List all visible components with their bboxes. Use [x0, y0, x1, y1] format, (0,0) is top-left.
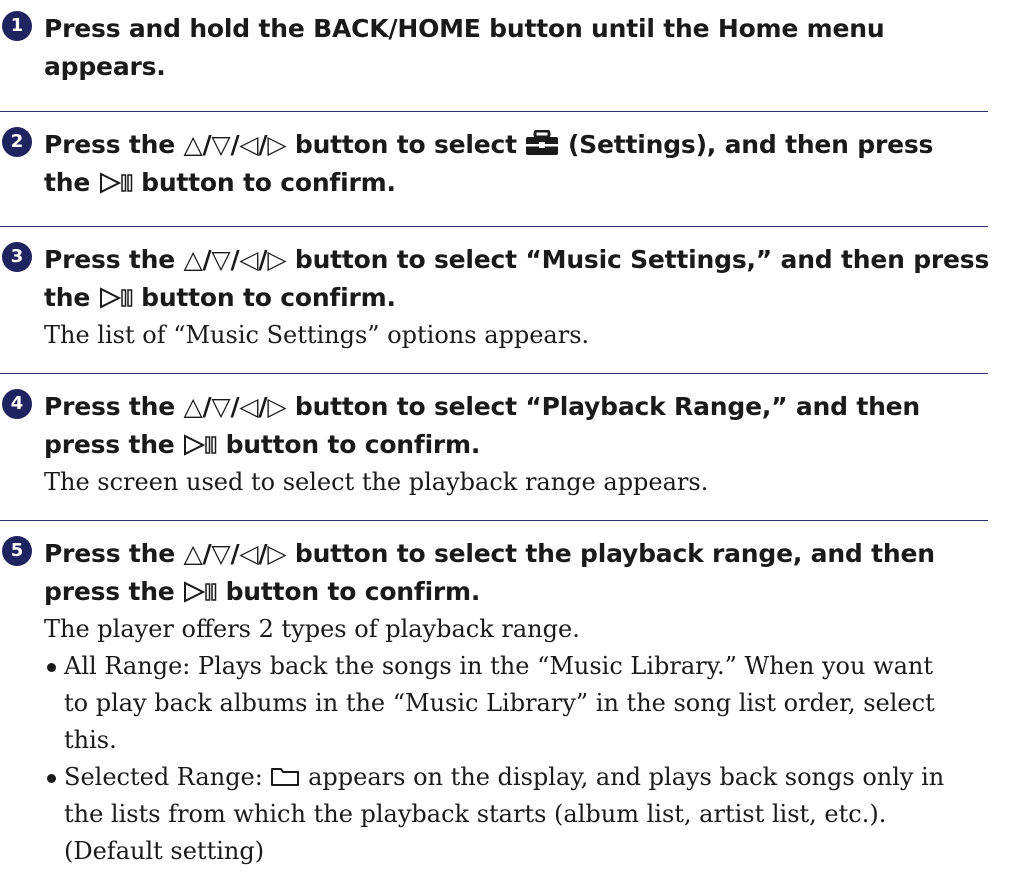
play-pause-icon	[99, 164, 133, 202]
list-item-text: Selected Range:	[64, 763, 263, 791]
step-title: Press and hold the BACK/HOME button unti…	[44, 10, 988, 86]
step-2: 2 Press the △/▽/◁/▷ button to select (Se…	[0, 126, 988, 202]
toolbox-icon	[525, 126, 559, 164]
list-item-line: the lists from which the playback starts…	[64, 800, 887, 828]
list-item-text: appears on the display, and plays back s…	[308, 763, 945, 791]
bullet-dot	[47, 663, 56, 672]
list-item: Selected Range: appears on the display, …	[44, 759, 988, 870]
step-title: Press the △/▽/◁/▷ button to select “Play…	[44, 388, 988, 464]
list-item-line: All Range: Plays back the songs in the “…	[64, 652, 934, 680]
step-number-badge: 3	[2, 242, 32, 272]
step-title-text: the	[44, 168, 91, 197]
step-description: The player offers 2 types of playback ra…	[44, 611, 988, 870]
bullet-list: All Range: Plays back the songs in the “…	[44, 648, 988, 870]
step-3: 3 Press the △/▽/◁/▷ button to select “Mu…	[0, 241, 990, 354]
step-title-line: the button to confirm.	[44, 164, 988, 202]
step-title-line: Press the △/▽/◁/▷ button to select (Sett…	[44, 126, 988, 164]
step-description: The list of “Music Settings” options app…	[44, 321, 590, 349]
step-title-line: the button to confirm.	[44, 279, 988, 317]
step-description: The screen used to select the playback r…	[44, 468, 709, 496]
step-title-line: Press the △/▽/◁/▷ button to select the p…	[44, 539, 935, 568]
step-title-text: (Settings), and then press	[567, 130, 934, 159]
step-number-badge: 4	[2, 389, 32, 419]
step-body-text: The player offers 2 types of playback ra…	[44, 615, 580, 643]
step-title-line: press the button to confirm.	[44, 426, 988, 464]
step-title-line: Press and hold the BACK/HOME button unti…	[44, 14, 885, 43]
bullet-dot	[47, 774, 56, 783]
step-4: 4 Press the △/▽/◁/▷ button to select “Pl…	[0, 388, 988, 501]
play-pause-icon	[183, 426, 217, 464]
step-1: 1 Press and hold the BACK/HOME button un…	[0, 10, 988, 86]
manual-page: 1 Press and hold the BACK/HOME button un…	[0, 0, 1017, 877]
step-title-text: button to confirm.	[225, 577, 481, 606]
folder-icon	[270, 759, 300, 796]
list-item-line: to play back albums in the “Music Librar…	[64, 689, 935, 717]
step-title-text: button to confirm.	[141, 283, 396, 312]
step-title: Press the △/▽/◁/▷ button to select (Sett…	[44, 126, 988, 202]
step-5: 5 Press the △/▽/◁/▷ button to select the…	[0, 535, 988, 870]
step-number-badge: 2	[2, 127, 32, 157]
divider	[0, 520, 988, 521]
step-title: Press the △/▽/◁/▷ button to select “Musi…	[44, 241, 990, 317]
step-title-text: the	[44, 283, 91, 312]
step-title-line: Press the △/▽/◁/▷ button to select “Play…	[44, 392, 921, 421]
step-title-line: press the button to confirm.	[44, 573, 988, 611]
list-item: All Range: Plays back the songs in the “…	[44, 648, 988, 759]
step-title-text: press the	[44, 577, 175, 606]
list-item-line: (Default setting)	[64, 837, 265, 865]
play-pause-icon	[99, 279, 133, 317]
step-number-badge: 1	[2, 11, 32, 41]
step-title-text: Press the △/▽/◁/▷ button to select	[44, 130, 517, 159]
list-item-line: this.	[64, 726, 117, 754]
divider	[0, 226, 988, 227]
step-number-badge: 5	[2, 536, 32, 566]
list-item-line: Selected Range: appears on the display, …	[64, 759, 988, 796]
play-pause-icon	[183, 573, 217, 611]
step-title-text: button to confirm.	[141, 168, 396, 197]
step-title-text: press the	[44, 430, 175, 459]
step-title-line: Press the △/▽/◁/▷ button to select “Musi…	[44, 245, 990, 274]
step-title-line: appears.	[44, 52, 166, 81]
divider	[0, 111, 988, 112]
step-title-text: button to confirm.	[225, 430, 481, 459]
step-title: Press the △/▽/◁/▷ button to select the p…	[44, 535, 988, 611]
divider	[0, 373, 988, 374]
